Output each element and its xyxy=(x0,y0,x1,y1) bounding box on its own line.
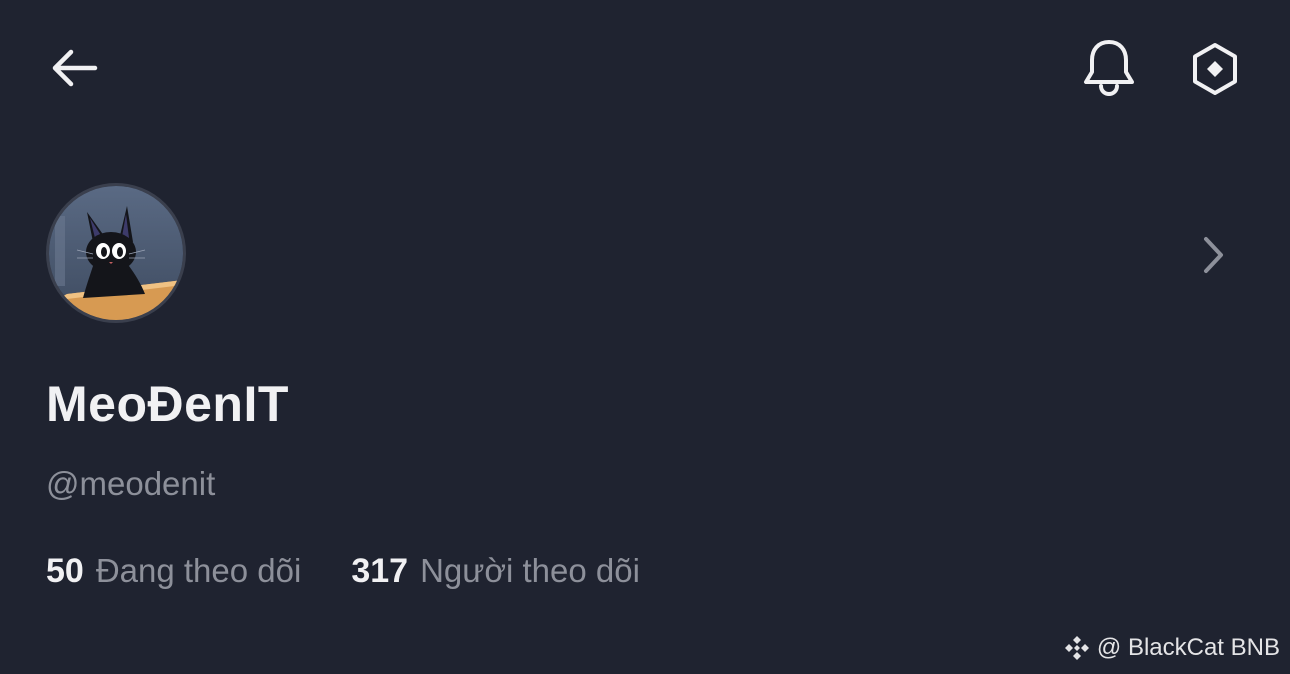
followers-count: 317 xyxy=(351,551,409,590)
arrow-left-icon xyxy=(52,49,98,87)
binance-logo-icon xyxy=(1064,636,1089,660)
following-stat[interactable]: 50 Đang theo dõi xyxy=(46,552,301,591)
watermark: @ BlackCat BNB xyxy=(1063,634,1280,662)
hexagon-settings-icon xyxy=(1193,43,1237,95)
bell-icon xyxy=(1084,40,1134,96)
display-name: MeoĐenIT xyxy=(46,376,289,432)
profile-detail-button[interactable] xyxy=(1192,230,1236,280)
profile-header xyxy=(0,170,1290,340)
following-count: 50 xyxy=(46,551,84,590)
followers-label: Người theo dõi xyxy=(420,551,640,589)
username: @meodenit xyxy=(46,465,216,502)
profile-screen: MeoĐenIT @meodenit 50 Đang theo dõi 317 … xyxy=(0,0,1290,674)
avatar[interactable] xyxy=(46,183,186,323)
settings-button[interactable] xyxy=(1184,38,1246,100)
watermark-text: @ BlackCat BNB xyxy=(1096,634,1280,661)
notifications-button[interactable] xyxy=(1078,36,1140,98)
following-label: Đang theo dõi xyxy=(95,551,302,589)
top-bar xyxy=(0,0,1290,140)
followers-stat[interactable]: 317 Người theo dõi xyxy=(351,552,640,591)
follow-stats: 50 Đang theo dõi 317 Người theo dõi xyxy=(46,548,640,594)
black-cat-avatar xyxy=(49,186,183,320)
chevron-right-icon xyxy=(1204,237,1223,273)
back-button[interactable] xyxy=(44,40,104,96)
